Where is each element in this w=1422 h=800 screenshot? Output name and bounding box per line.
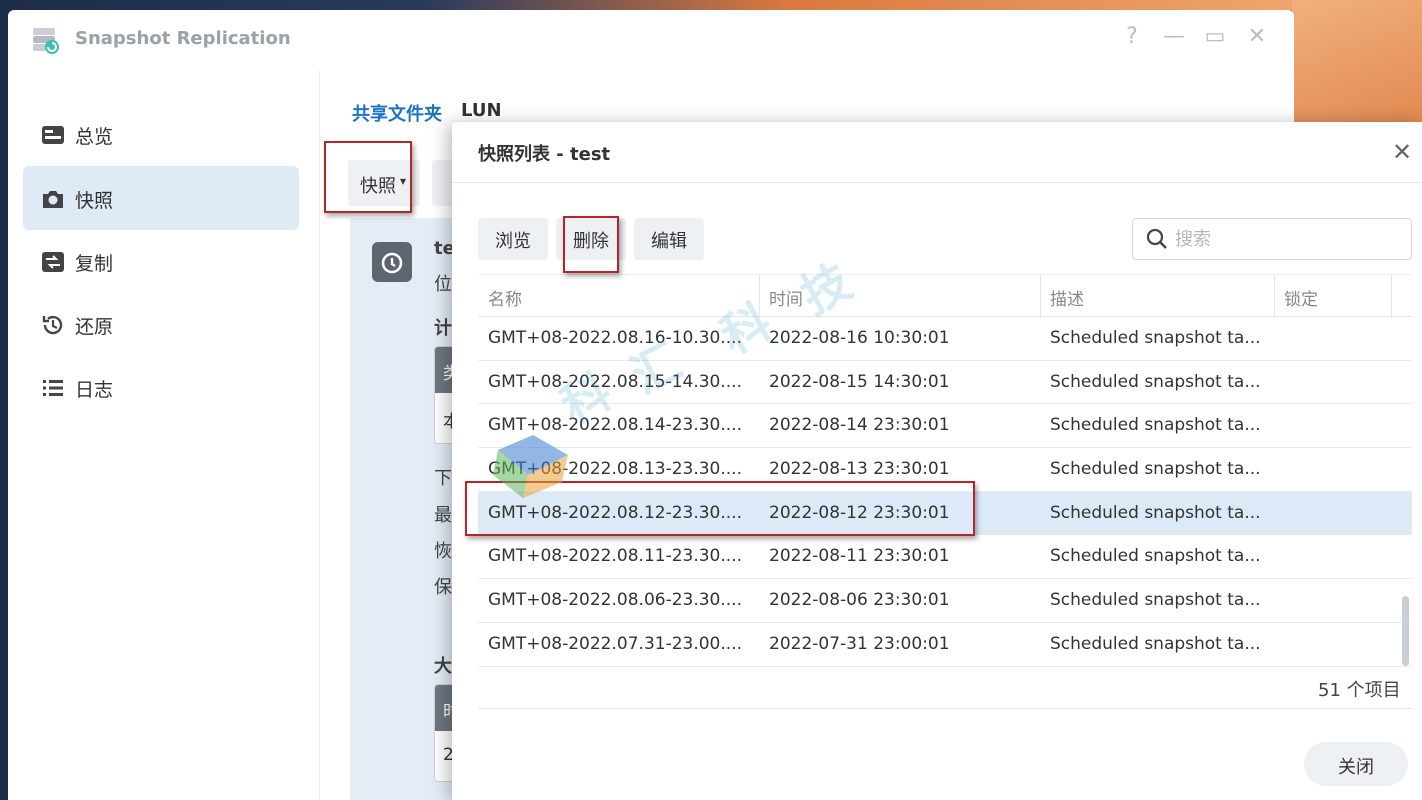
app-title: Snapshot Replication <box>75 28 291 49</box>
column-divider[interactable] <box>1040 275 1041 318</box>
search-field[interactable] <box>1132 218 1412 260</box>
overview-icon <box>42 126 64 144</box>
snapshot-time: 2022-07-31 23:00:01 <box>769 633 950 654</box>
sidebar-item-restore[interactable]: 还原 <box>23 292 299 356</box>
column-divider[interactable] <box>1391 275 1392 318</box>
snapshot-description: Scheduled snapshot ta... <box>1050 590 1261 611</box>
table-row[interactable]: GMT+08-2022.08.15-14.30.... 2022-08-15 1… <box>478 361 1412 405</box>
snapshot-table: 名称 时间 描述 锁定 GMT+08-2022.08.16-10.30.... … <box>478 274 1412 667</box>
column-header-name[interactable]: 名称 <box>488 285 522 310</box>
table-row[interactable]: GMT+08-2022.08.16-10.30.... 2022-08-16 1… <box>478 317 1412 361</box>
snapshot-time: 2022-08-11 23:30:01 <box>769 546 950 567</box>
snapshot-description: Scheduled snapshot ta... <box>1050 546 1261 567</box>
desktop-background-right <box>1292 0 1422 130</box>
camera-icon <box>43 191 63 208</box>
snapshot-description: Scheduled snapshot ta... <box>1050 459 1261 480</box>
snapshot-time: 2022-08-14 23:30:01 <box>769 415 950 436</box>
search-icon <box>1146 228 1167 249</box>
item-count: 51 个项目 <box>1318 680 1401 701</box>
sidebar: 总览 快照 复制 还原 日志 <box>8 70 320 800</box>
snapshot-name: GMT+08-2022.08.06-23.30.... <box>488 590 742 611</box>
sidebar-item-label: 还原 <box>75 316 114 338</box>
sidebar-item-overview[interactable]: 总览 <box>23 102 299 166</box>
snapshot-description: Scheduled snapshot ta... <box>1050 328 1261 348</box>
sidebar-item-label: 快照 <box>75 190 114 212</box>
help-icon[interactable]: ? <box>1118 24 1146 49</box>
sidebar-item-label: 复制 <box>75 253 114 275</box>
divider <box>452 182 1422 183</box>
snapshot-description: Scheduled snapshot ta... <box>1050 502 1261 523</box>
sidebar-item-label: 日志 <box>75 379 114 401</box>
sidebar-item-label: 总览 <box>75 126 114 148</box>
snapshot-description: Scheduled snapshot ta... <box>1050 633 1261 654</box>
sidebar-item-log[interactable]: 日志 <box>23 355 299 419</box>
browse-button[interactable]: 浏览 <box>478 218 548 260</box>
restore-icon <box>42 315 63 335</box>
snapshot-replication-app-icon <box>33 28 59 54</box>
table-row[interactable]: GMT+08-2022.08.06-23.30.... 2022-08-06 2… <box>478 579 1412 623</box>
table-row[interactable]: GMT+08-2022.08.11-23.30.... 2022-08-11 2… <box>478 535 1412 580</box>
table-row[interactable]: GMT+08-2022.07.31-23.00.... 2022-07-31 2… <box>478 623 1412 667</box>
watermark-logo <box>493 435 568 498</box>
close-button[interactable]: 关闭 <box>1304 742 1408 786</box>
scrollbar[interactable] <box>1402 596 1409 666</box>
table-header: 名称 时间 描述 锁定 <box>478 274 1412 318</box>
snapshot-description: Scheduled snapshot ta... <box>1050 371 1261 392</box>
search-input[interactable] <box>1175 227 1395 251</box>
tab-lun[interactable]: LUN <box>461 100 502 121</box>
snapshot-time: 2022-08-15 14:30:01 <box>769 371 950 392</box>
highlight-box-delete-button <box>563 216 619 273</box>
minimize-icon[interactable]: — <box>1160 24 1188 49</box>
titlebar[interactable]: Snapshot Replication ? — ▭ ✕ <box>8 10 1294 70</box>
column-header-lock[interactable]: 锁定 <box>1284 285 1318 310</box>
snapshot-name: GMT+08-2022.08.15-14.30.... <box>488 371 742 392</box>
snapshot-name: GMT+08-2022.07.31-23.00.... <box>488 633 742 654</box>
close-window-icon[interactable]: ✕ <box>1243 24 1271 49</box>
dialog-title: 快照列表 - test <box>478 144 611 165</box>
tab-shared-folder[interactable]: 共享文件夹 <box>352 100 442 126</box>
sidebar-item-snapshot[interactable]: 快照 <box>23 166 299 230</box>
list-icon <box>43 380 63 396</box>
divider <box>478 708 1412 709</box>
highlight-box-snapshot-button <box>324 141 412 213</box>
sidebar-item-replication[interactable]: 复制 <box>23 229 299 293</box>
column-divider[interactable] <box>1274 275 1275 318</box>
restore-icon <box>372 242 412 282</box>
snapshot-time: 2022-08-16 10:30:01 <box>769 328 950 348</box>
replicate-icon <box>42 252 64 272</box>
maximize-icon[interactable]: ▭ <box>1201 24 1229 49</box>
snapshot-name: GMT+08-2022.08.11-23.30.... <box>488 546 742 567</box>
column-header-description[interactable]: 描述 <box>1050 285 1084 310</box>
snapshot-description: Scheduled snapshot ta... <box>1050 415 1261 436</box>
snapshot-time: 2022-08-06 23:30:01 <box>769 590 950 611</box>
close-icon[interactable]: ✕ <box>1392 138 1412 166</box>
snapshot-time: 2022-08-13 23:30:01 <box>769 459 950 480</box>
desktop-background <box>0 0 1422 10</box>
edit-button[interactable]: 编辑 <box>634 218 704 260</box>
